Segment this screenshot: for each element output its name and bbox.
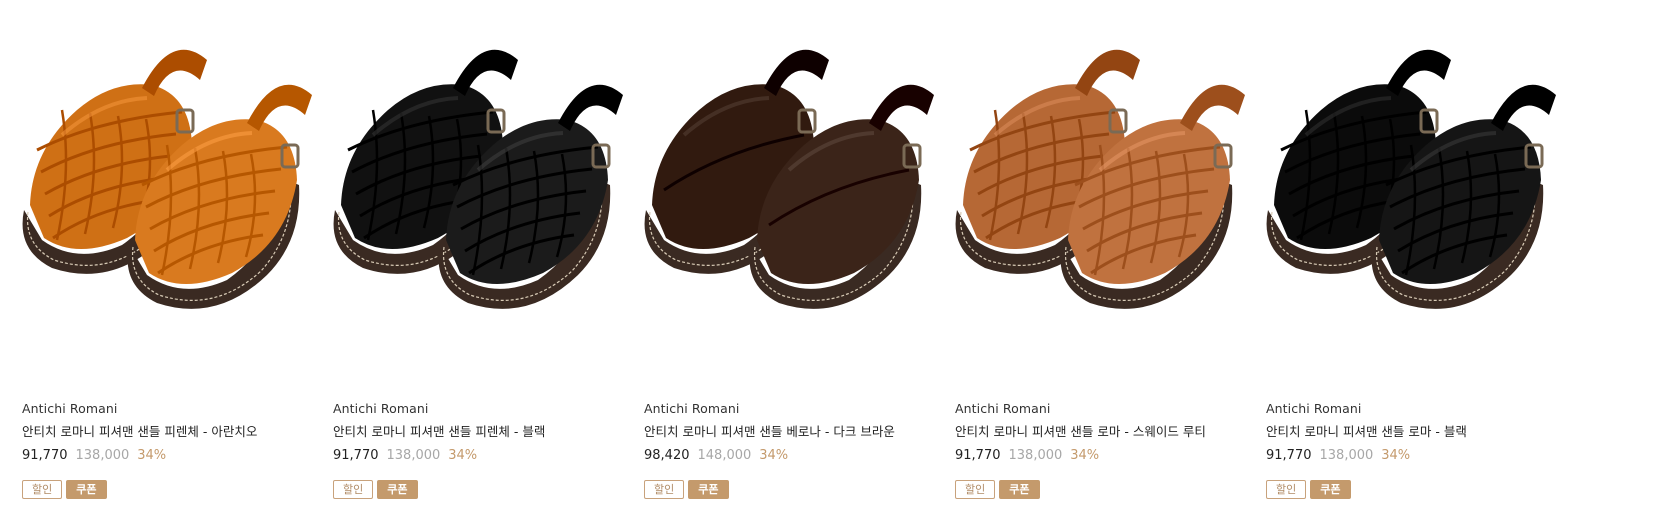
discount-badge: 할인 [644,480,685,499]
badge-row: 할인 쿠폰 [22,480,318,499]
product-card[interactable]: Antichi Romani 안티치 로마니 피셔맨 샌들 로마 - 스웨이드 … [955,0,1251,499]
product-image[interactable] [955,0,1251,380]
original-price: 138,000 [1008,448,1063,463]
discount-rate: 34% [448,448,478,463]
sandal-image [955,49,1245,309]
discount-badge: 할인 [1266,480,1307,499]
coupon-badge: 쿠폰 [688,480,729,499]
sandal-image [644,49,934,309]
product-brand: Antichi Romani [644,401,740,416]
discount-rate: 34% [759,448,789,463]
price-row: 91,770 138,000 34% [955,447,1251,465]
price-row: 91,770 138,000 34% [22,447,318,465]
sale-price: 98,420 [644,448,690,463]
product-image[interactable] [644,0,940,380]
original-price: 138,000 [386,448,441,463]
coupon-badge: 쿠폰 [377,480,418,499]
product-brand: Antichi Romani [1266,401,1362,416]
price-row: 91,770 138,000 34% [1266,447,1562,465]
product-name[interactable]: 안티치 로마니 피셔맨 샌들 로마 - 스웨이드 루티 [955,423,1251,441]
sale-price: 91,770 [955,448,1001,463]
product-card[interactable]: Antichi Romani 안티치 로마니 피셔맨 샌들 베로나 - 다크 브… [644,0,940,499]
badge-row: 할인 쿠폰 [644,480,940,499]
product-brand: Antichi Romani [333,401,429,416]
badge-row: 할인 쿠폰 [333,480,629,499]
product-card[interactable]: Antichi Romani 안티치 로마니 피셔맨 샌들 피렌체 - 아란치오… [22,0,318,499]
price-row: 91,770 138,000 34% [333,447,629,465]
coupon-badge: 쿠폰 [999,480,1040,499]
sale-price: 91,770 [333,448,379,463]
coupon-badge: 쿠폰 [1310,480,1351,499]
coupon-badge: 쿠폰 [66,480,107,499]
price-row: 98,420 148,000 34% [644,447,940,465]
sale-price: 91,770 [1266,448,1312,463]
product-name[interactable]: 안티치 로마니 피셔맨 샌들 로마 - 블랙 [1266,423,1562,441]
product-image[interactable] [22,0,318,380]
product-card[interactable]: Antichi Romani 안티치 로마니 피셔맨 샌들 로마 - 블랙 91… [1266,0,1562,499]
product-image[interactable] [333,0,629,380]
product-name[interactable]: 안티치 로마니 피셔맨 샌들 피렌체 - 블랙 [333,423,629,441]
product-grid: Antichi Romani 안티치 로마니 피셔맨 샌들 피렌체 - 아란치오… [22,0,1562,499]
sale-price: 91,770 [22,448,68,463]
badge-row: 할인 쿠폰 [1266,480,1562,499]
sandal-image [333,49,623,309]
sandal-image [1266,49,1556,309]
product-brand: Antichi Romani [955,401,1051,416]
sandal-image [22,49,312,309]
discount-badge: 할인 [22,480,63,499]
original-price: 138,000 [1319,448,1374,463]
product-name[interactable]: 안티치 로마니 피셔맨 샌들 베로나 - 다크 브라운 [644,423,940,441]
discount-badge: 할인 [955,480,996,499]
product-card[interactable]: Antichi Romani 안티치 로마니 피셔맨 샌들 피렌체 - 블랙 9… [333,0,629,499]
discount-rate: 34% [1381,448,1411,463]
product-name[interactable]: 안티치 로마니 피셔맨 샌들 피렌체 - 아란치오 [22,423,318,441]
badge-row: 할인 쿠폰 [955,480,1251,499]
product-brand: Antichi Romani [22,401,118,416]
discount-rate: 34% [137,448,167,463]
original-price: 148,000 [697,448,752,463]
discount-rate: 34% [1070,448,1100,463]
discount-badge: 할인 [333,480,374,499]
product-image[interactable] [1266,0,1562,380]
original-price: 138,000 [75,448,130,463]
